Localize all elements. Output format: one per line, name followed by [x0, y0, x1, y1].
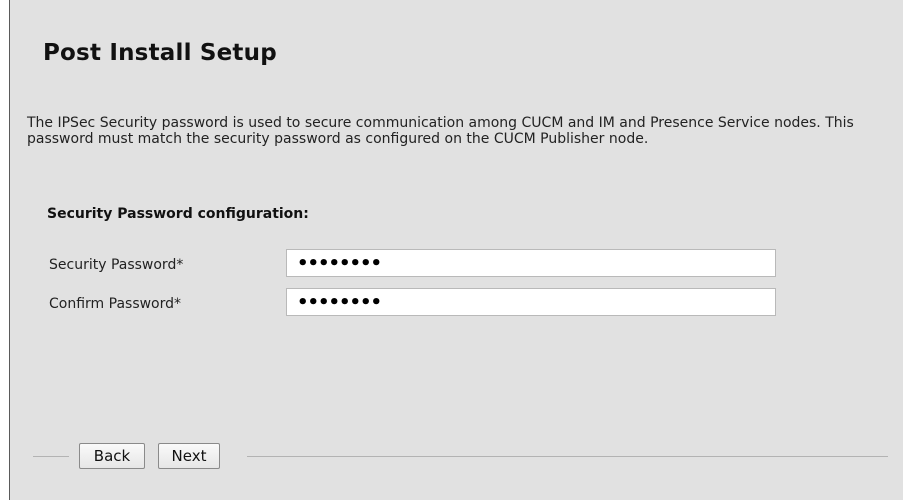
- security-password-input[interactable]: [286, 249, 776, 277]
- confirm-password-input[interactable]: [286, 288, 776, 316]
- setup-panel: Post Install Setup The IPSec Security pa…: [9, 0, 903, 500]
- security-password-label: Security Password*: [49, 257, 184, 273]
- window-left-edge: [0, 0, 9, 500]
- page-description: The IPSec Security password is used to s…: [27, 115, 854, 147]
- back-button[interactable]: Back: [79, 443, 145, 469]
- page-title: Post Install Setup: [43, 40, 277, 66]
- confirm-password-label: Confirm Password*: [49, 296, 182, 312]
- footer-divider-left: [33, 456, 69, 457]
- next-button[interactable]: Next: [158, 443, 220, 469]
- section-heading: Security Password configuration:: [47, 206, 309, 222]
- footer-divider-right: [247, 456, 888, 457]
